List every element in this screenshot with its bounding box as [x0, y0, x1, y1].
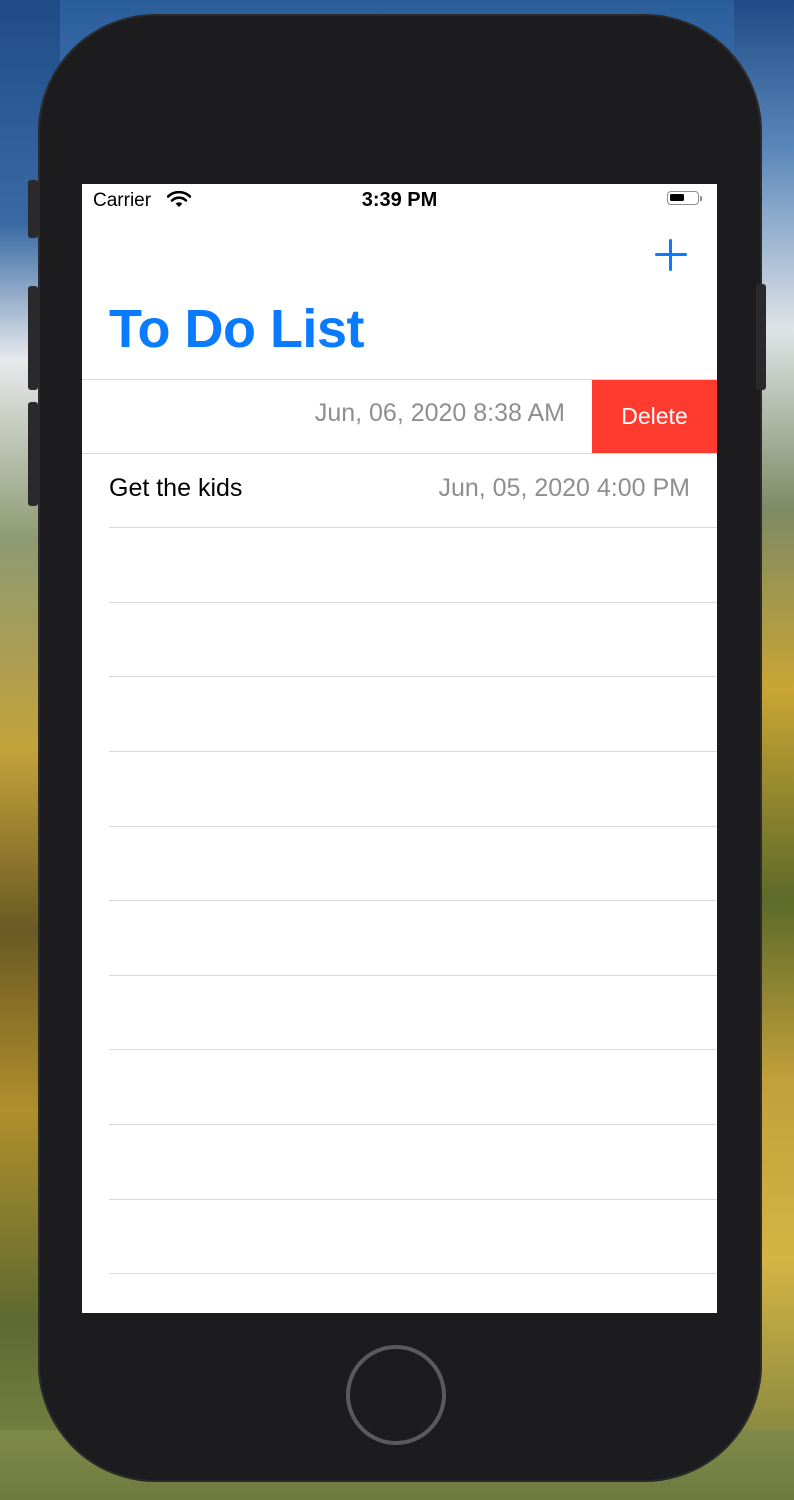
status-bar: Carrier 3:39 PM [82, 184, 717, 220]
home-button[interactable] [346, 1345, 446, 1445]
task-date: Jun, 06, 2020 8:38 AM [314, 399, 565, 427]
battery-tip [700, 196, 702, 201]
empty-row [82, 1200, 717, 1275]
empty-row [82, 677, 717, 752]
empty-row [82, 752, 717, 827]
task-row-content[interactable]: k Jun, 06, 2020 8:38 AM [82, 379, 592, 454]
task-list: k Jun, 06, 2020 8:38 AM Delete Get the k… [82, 379, 717, 1313]
task-row[interactable]: Get the kids Jun, 05, 2020 4:00 PM [82, 454, 717, 529]
battery-level [670, 194, 684, 201]
empty-row [82, 1274, 717, 1313]
battery-icon [667, 191, 699, 205]
volume-up-button[interactable] [28, 286, 38, 390]
status-time: 3:39 PM [361, 189, 438, 211]
page-title: To Do List [109, 299, 364, 359]
volume-down-button[interactable] [28, 402, 38, 506]
mute-switch[interactable] [28, 180, 38, 238]
empty-row [82, 976, 717, 1051]
empty-row [82, 1050, 717, 1125]
empty-row [82, 528, 717, 603]
empty-row [82, 603, 717, 678]
empty-row [82, 901, 717, 976]
task-title: Get the kids [109, 473, 243, 502]
empty-row [82, 827, 717, 902]
power-button[interactable] [756, 284, 766, 390]
add-task-button[interactable] [650, 234, 692, 276]
task-row[interactable]: k Jun, 06, 2020 8:38 AM Delete [82, 379, 717, 454]
delete-button[interactable]: Delete [592, 380, 717, 453]
empty-row [82, 1125, 717, 1200]
app-screen: Carrier 3:39 PM To Do List k Jun, 06, 20… [82, 184, 717, 1313]
task-date: Jun, 05, 2020 4:00 PM [438, 473, 690, 502]
